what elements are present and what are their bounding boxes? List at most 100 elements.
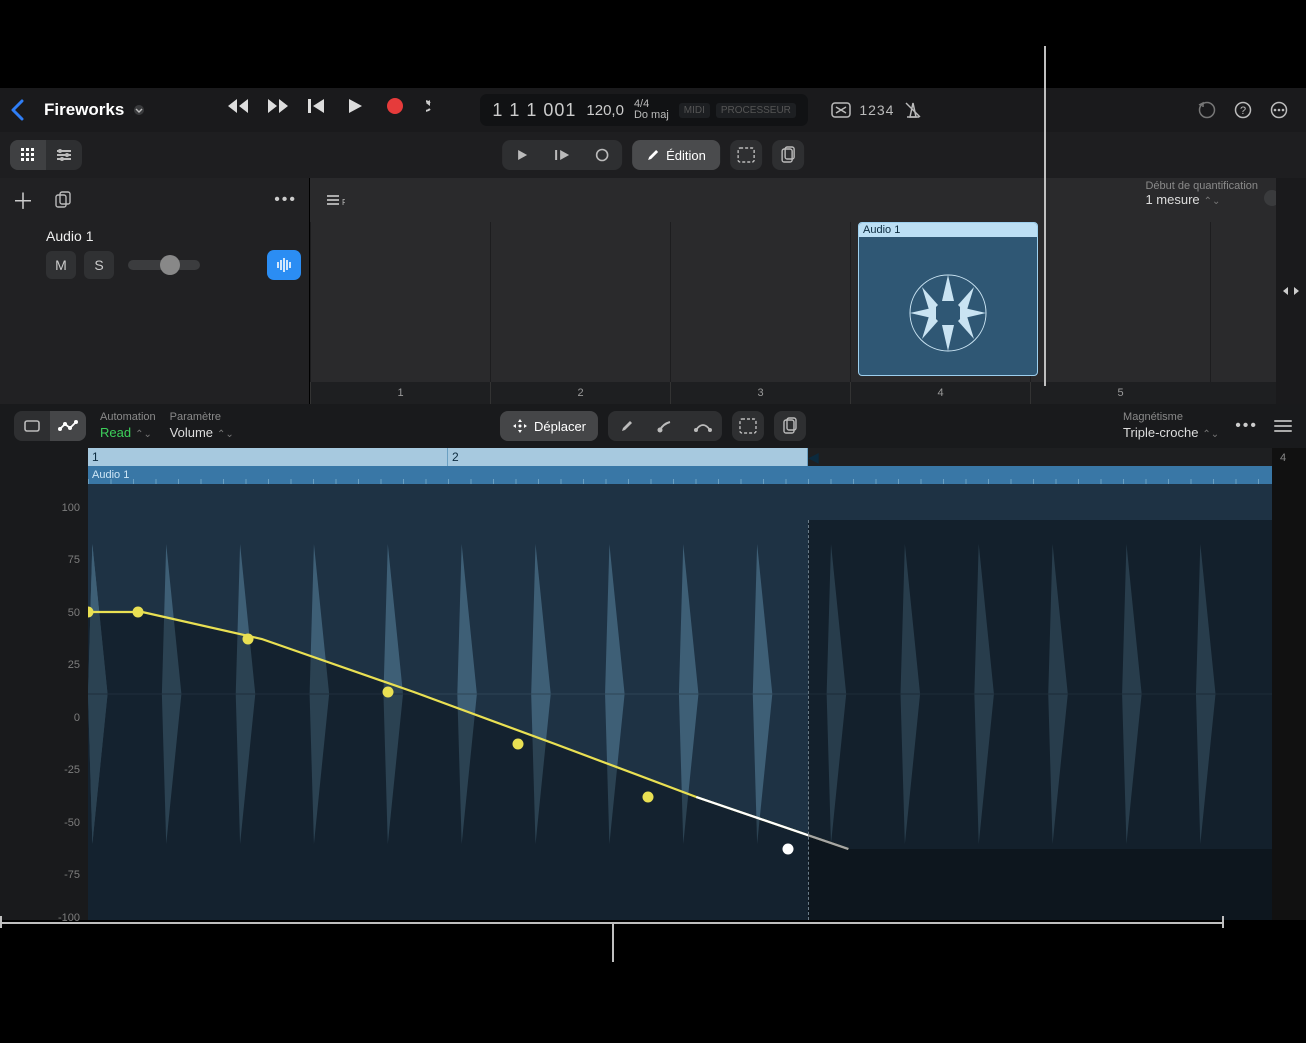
pencil-icon — [646, 148, 660, 162]
count-in-display[interactable]: 1234 — [866, 99, 888, 121]
edit-mode-label: Édition — [666, 148, 706, 163]
back-button[interactable] — [10, 99, 38, 121]
callout-tick — [1222, 916, 1224, 928]
curve-tool-icon[interactable] — [684, 411, 722, 441]
timeline-ruler[interactable]: 1 2 3 4 5 — [310, 382, 1306, 404]
help-icon[interactable]: ? — [1232, 99, 1254, 121]
replace-mode-icon[interactable] — [830, 99, 852, 121]
horizontal-scroll-icon[interactable] — [1281, 285, 1301, 297]
region-view-icon[interactable] — [14, 411, 50, 441]
automation-view-icon[interactable] — [50, 411, 86, 441]
undo-history-icon[interactable] — [1196, 99, 1218, 121]
automation-editor: Automation Read⌃⌄ Paramètre Volume⌃⌄ Dép… — [0, 404, 1306, 920]
more-menu-icon[interactable] — [1268, 99, 1290, 121]
move-icon — [512, 418, 528, 434]
lcd-signature: 4/4 Do maj — [634, 99, 669, 121]
editor-region-header[interactable]: Audio 1 — [88, 466, 1272, 484]
edit-mode-button[interactable]: Édition — [632, 140, 720, 170]
track-options-icon[interactable]: ••• — [274, 191, 297, 209]
editor-ruler[interactable]: ▶ 1 2 ◀ — [88, 448, 1272, 466]
automation-node[interactable] — [243, 634, 254, 645]
automation-canvas[interactable]: ▶ 1 2 ◀ Audio 1 — [88, 448, 1272, 920]
move-tool-button[interactable]: Déplacer — [500, 411, 598, 441]
ruler-tick: 4 — [850, 382, 1030, 404]
volume-knob[interactable] — [160, 255, 180, 275]
solo-button[interactable]: S — [84, 251, 114, 279]
automation-node[interactable] — [643, 792, 654, 803]
pencil-tool-icon[interactable] — [608, 411, 646, 441]
automation-node[interactable] — [133, 607, 144, 618]
add-track-button[interactable]: ＋ — [12, 184, 34, 216]
metronome-icon[interactable] — [902, 99, 924, 121]
track-name-label: Audio 1 — [46, 228, 301, 244]
track-area: ＋ ••• Audio 1 M S 1 R Début de quantific… — [0, 178, 1306, 404]
ruler-tick: 1 — [310, 382, 490, 404]
track-header-row[interactable]: Audio 1 M S — [0, 222, 309, 280]
automation-node[interactable] — [513, 739, 524, 750]
automation-tool-segment[interactable] — [608, 411, 722, 441]
editor-right-gutter: 4 — [1272, 448, 1306, 920]
play-icon[interactable] — [502, 140, 542, 170]
ruler-tick: 3 — [670, 382, 850, 404]
editor-view-segment[interactable] — [14, 411, 86, 441]
automation-node-selected[interactable] — [783, 844, 794, 855]
clipboard-icon[interactable] — [772, 140, 804, 170]
lcd-pill-processor: PROCESSEUR — [716, 103, 796, 118]
callout-vertical-line — [1044, 46, 1046, 386]
automation-node[interactable] — [383, 687, 394, 698]
duplicate-track-icon[interactable] — [52, 189, 74, 211]
quantization-control[interactable]: Début de quantification 1 mesure⌃⌄ — [1145, 180, 1258, 207]
automation-mode-control[interactable]: Automation Read⌃⌄ — [100, 411, 156, 440]
automation-y-axis: 100 75 50 25 0 -25 -50 -75 -100 — [0, 448, 88, 920]
lcd-pill-midi: MIDI — [679, 103, 710, 118]
editor-ruler-tick: 4 — [1272, 448, 1306, 468]
editor-toolbar: Automation Read⌃⌄ Paramètre Volume⌃⌄ Dép… — [0, 404, 1306, 448]
svg-text:?: ? — [1240, 105, 1246, 117]
arrange-timeline[interactable]: R Début de quantification 1 mesure⌃⌄ Aud… — [310, 178, 1306, 404]
editor-ruler-tick: 2 — [448, 448, 808, 466]
main-toolbar: Fireworks 1 1 1 001 120,0 4/4 Do maj MID… — [0, 88, 1306, 132]
loop-end-marker[interactable]: ◀ — [808, 449, 819, 466]
svg-text:R: R — [342, 198, 345, 207]
view-toolbar: Édition — [0, 132, 1306, 178]
editor-ruler-tick: 1 — [88, 448, 448, 466]
automation-out-of-loop-overlay — [808, 520, 1272, 920]
brush-tool-icon[interactable] — [646, 411, 684, 441]
lcd-tempo: 120,0 — [586, 102, 624, 119]
record-loop-icon[interactable] — [582, 140, 622, 170]
editor-menu-icon[interactable] — [1274, 420, 1292, 432]
project-title[interactable]: Fireworks — [44, 100, 124, 120]
skip-back-button[interactable] — [306, 97, 332, 123]
marquee-icon[interactable] — [730, 140, 762, 170]
mute-button[interactable]: M — [46, 251, 76, 279]
cycle-button[interactable] — [426, 97, 452, 123]
snap-control[interactable]: Magnétisme Triple-croche⌃⌄ — [1123, 411, 1219, 440]
transport-controls — [226, 97, 452, 123]
play-selection-icon[interactable] — [542, 140, 582, 170]
grid-view-icon[interactable] — [10, 140, 46, 170]
chevron-down-icon[interactable] — [132, 105, 146, 115]
input-monitor-button[interactable] — [267, 250, 301, 280]
automation-waveform-area[interactable] — [88, 484, 1272, 920]
mixer-view-icon[interactable] — [46, 140, 82, 170]
editor-marquee-icon[interactable] — [732, 411, 764, 441]
record-button[interactable] — [386, 97, 412, 123]
clip-name-label: Audio 1 — [859, 223, 1037, 237]
editor-clipboard-icon[interactable] — [774, 411, 806, 441]
arrange-canvas[interactable]: Audio 1 — [310, 222, 1306, 382]
automation-parameter-control[interactable]: Paramètre Volume⌃⌄ — [170, 411, 234, 440]
callout-tick — [0, 916, 2, 928]
list-filter-icon[interactable]: R — [324, 189, 346, 211]
fast-forward-button[interactable] — [266, 97, 292, 123]
audio-clip[interactable]: Audio 1 — [858, 222, 1038, 376]
lcd-display[interactable]: 1 1 1 001 120,0 4/4 Do maj MIDI PROCESSE… — [480, 94, 808, 126]
volume-slider[interactable] — [128, 260, 200, 270]
move-tool-label: Déplacer — [534, 419, 586, 434]
play-button[interactable] — [346, 97, 372, 123]
rewind-button[interactable] — [226, 97, 252, 123]
view-mode-segment[interactable] — [10, 140, 82, 170]
editor-options-icon[interactable]: ••• — [1235, 417, 1258, 435]
arrange-right-gutter — [1276, 178, 1306, 404]
playback-mode-segment[interactable] — [502, 140, 622, 170]
lcd-position: 1 1 1 001 — [492, 100, 576, 121]
